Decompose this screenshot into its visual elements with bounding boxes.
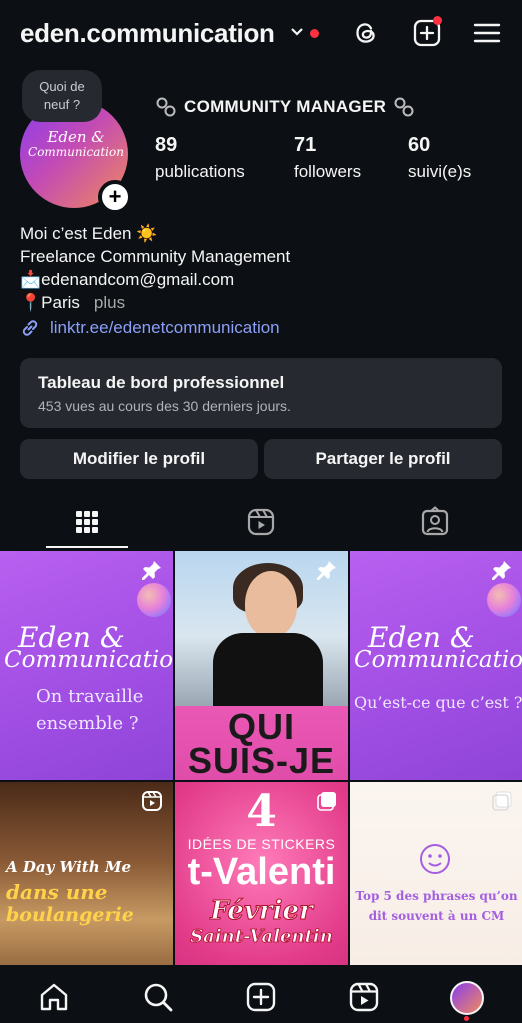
post-caption: On travaille ensemble ? — [36, 683, 143, 737]
followers-label: followers — [294, 162, 362, 181]
post-title-line: boulangerie — [6, 904, 134, 926]
post-title-line: QUI — [227, 706, 295, 747]
post-caption-line: ensemble ? — [36, 713, 139, 734]
dashboard-subtitle: 453 vues au cours des 30 derniers jours. — [38, 398, 291, 414]
avatar-logo-line2: Communication — [28, 145, 124, 159]
profile-bio: Moi c’est Eden ☀️ Freelance Community Ma… — [20, 222, 290, 314]
pin-icon — [317, 561, 336, 580]
profile-avatar[interactable] — [450, 981, 484, 1015]
following-count: 60 — [408, 134, 431, 156]
reels-icon[interactable] — [348, 981, 380, 1013]
bio-line: Freelance Community Management — [20, 247, 291, 266]
bio-location: 📍Paris — [20, 293, 80, 312]
professional-dashboard[interactable]: Tableau de bord professionnel 453 vues a… — [20, 358, 502, 428]
profile-notification-dot — [464, 1016, 469, 1021]
grid-icon[interactable] — [71, 506, 103, 538]
profile-category: COMMUNITY MANAGER — [155, 96, 415, 118]
bio-email[interactable]: 📩edenandcom@gmail.com — [20, 268, 290, 291]
post-title-line: Février — [210, 896, 314, 927]
pin-icon — [492, 561, 511, 580]
home-icon[interactable] — [38, 981, 70, 1013]
post-title-banner: QUI SUIS-JE — [175, 706, 348, 780]
posts-count: 89 — [155, 134, 178, 156]
posts-label: publications — [155, 162, 245, 181]
post-title-line: Saint-Valentin — [190, 926, 333, 948]
chevron-down-icon[interactable] — [290, 27, 304, 37]
tagged-icon[interactable] — [419, 506, 451, 538]
carousel-icon — [492, 791, 512, 811]
decorative-orb — [137, 583, 171, 617]
photo-face-shape — [245, 571, 297, 637]
dashboard-title: Tableau de bord professionnel — [38, 373, 285, 392]
post-title-line: t-Valenti — [187, 851, 336, 893]
search-icon[interactable] — [142, 981, 174, 1013]
post-caption-line: On travaille — [36, 686, 144, 707]
post-brand-subtitle: Communication — [4, 647, 173, 673]
account-notification-dot — [310, 29, 319, 38]
bio-more-link[interactable]: plus — [94, 293, 125, 312]
post-thumbnail[interactable]: Eden & Communication On travaille ensemb… — [0, 551, 173, 780]
top-bar: eden.communication — [0, 0, 522, 68]
photo-body-shape — [213, 633, 323, 709]
post-title-line: IDÉES DE STICKERS — [187, 836, 336, 852]
active-tab-indicator — [46, 546, 128, 548]
share-profile-button[interactable]: Partager le profil — [264, 439, 502, 479]
add-story-button[interactable]: + — [98, 180, 132, 214]
bio-location-row: 📍Paris plus — [20, 291, 290, 314]
note-line2: neuf ? — [43, 97, 81, 112]
bio-line: Moi c’est Eden ☀️ — [20, 224, 158, 243]
decorative-orb — [487, 583, 521, 617]
profile-link-text[interactable]: linktr.ee/edenetcommunication — [50, 318, 280, 338]
avatar-logo-text: Eden & Communication — [26, 130, 126, 160]
link-chain-icon — [394, 97, 414, 117]
pin-icon — [142, 561, 161, 580]
avatar-logo-line1: Eden & — [47, 128, 105, 146]
posts-stat[interactable]: 89 publications — [155, 134, 245, 182]
post-title-line: A Day With Me — [6, 858, 132, 876]
post-title-line: SUIS-JE — [187, 740, 336, 780]
reel-indicator-icon — [142, 791, 162, 811]
post-caption-line: dit souvent à un CM — [368, 909, 505, 923]
category-label: COMMUNITY MANAGER — [184, 97, 387, 116]
smiley-icon — [420, 844, 450, 874]
edit-profile-button[interactable]: Modifier le profil — [20, 439, 258, 479]
post-caption: Qu’est-ce que c’est ? — [354, 693, 522, 712]
followers-count: 71 — [294, 134, 317, 156]
post-caption-line: Top 5 des phrases qu’on — [355, 889, 518, 903]
post-thumbnail[interactable]: QUI SUIS-JE — [175, 551, 348, 780]
new-post-notification-dot — [433, 16, 442, 25]
create-icon[interactable] — [245, 981, 277, 1013]
post-thumbnail[interactable]: Eden & Communication Qu’est-ce que c’est… — [350, 551, 522, 780]
post-brand-subtitle: Communication — [354, 647, 522, 673]
menu-icon[interactable] — [472, 18, 502, 48]
following-stat[interactable]: 60 suivi(e)s — [408, 134, 471, 182]
post-title-line: dans une — [6, 880, 108, 904]
carousel-icon — [317, 792, 336, 811]
post-caption: Top 5 des phrases qu’on dit souvent à un… — [352, 886, 521, 926]
threads-icon[interactable] — [351, 18, 381, 48]
reels-icon[interactable] — [245, 506, 277, 538]
link-icon — [22, 320, 38, 336]
bottom-navigation — [0, 965, 522, 1023]
posts-grid: Eden & Communication On travaille ensemb… — [0, 551, 522, 1011]
following-label: suivi(e)s — [408, 162, 472, 181]
followers-stat[interactable]: 71 followers — [294, 134, 361, 182]
link-chain-icon — [156, 97, 176, 117]
profile-username[interactable]: eden.communication — [20, 18, 275, 49]
note-bubble[interactable]: Quoi de neuf ? — [22, 70, 102, 122]
note-line1: Quoi de — [39, 79, 85, 94]
profile-tabs — [0, 498, 522, 550]
profile-link[interactable]: linktr.ee/edenetcommunication — [20, 318, 280, 338]
